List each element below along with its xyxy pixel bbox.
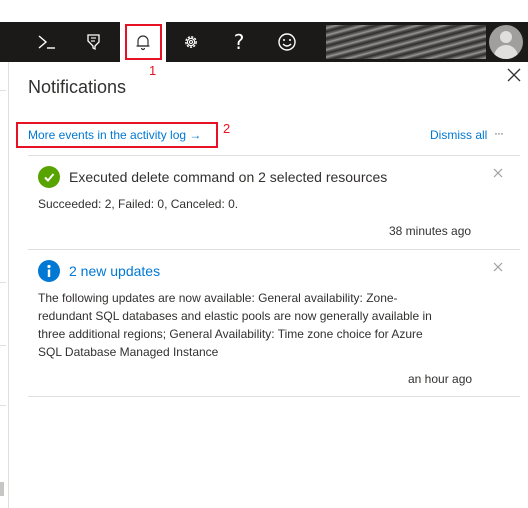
info-icon bbox=[38, 260, 60, 282]
notification-body-line: redundant SQL databases and elastic pool… bbox=[38, 309, 432, 323]
edge-divider bbox=[0, 345, 6, 346]
dismiss-notification-button[interactable] bbox=[492, 167, 504, 179]
directory-filter-button[interactable] bbox=[71, 22, 117, 62]
help-button[interactable]: ? bbox=[216, 22, 262, 62]
smiley-icon bbox=[278, 33, 296, 51]
notification-body: The following updates are now available:… bbox=[38, 289, 432, 361]
notification-title: Executed delete command on 2 selected re… bbox=[69, 169, 388, 185]
panel-title: Notifications bbox=[28, 77, 127, 97]
notification-body-line: three additional regions; General Availa… bbox=[38, 327, 423, 341]
edge-scrollbar bbox=[0, 482, 4, 496]
callout-box-1 bbox=[125, 24, 162, 60]
feedback-button[interactable] bbox=[264, 22, 310, 62]
callout-number-2: 2 bbox=[223, 121, 231, 136]
divider bbox=[28, 155, 520, 156]
notification-time: an hour ago bbox=[408, 372, 473, 386]
more-options-button[interactable]: ··· bbox=[494, 126, 504, 140]
notification-body: Succeeded: 2, Failed: 0, Canceled: 0. bbox=[38, 197, 239, 211]
portal-topbar: ? bbox=[0, 22, 528, 62]
divider bbox=[28, 249, 520, 250]
notification-body-line: The following updates are now available:… bbox=[38, 291, 398, 305]
dismiss-notification-button[interactable] bbox=[492, 261, 504, 273]
account-name-redacted[interactable] bbox=[326, 25, 486, 59]
close-icon bbox=[493, 262, 503, 272]
avatar-body bbox=[494, 45, 518, 59]
directory-filter-icon bbox=[87, 34, 100, 51]
cloud-shell-button[interactable] bbox=[24, 22, 70, 62]
underlying-page-edge bbox=[0, 62, 9, 508]
close-icon bbox=[507, 68, 521, 82]
callout-number-1: 1 bbox=[149, 63, 157, 78]
gear-icon bbox=[185, 36, 197, 48]
callout-box-2 bbox=[16, 122, 218, 148]
edge-divider bbox=[0, 90, 6, 91]
help-icon: ? bbox=[233, 30, 245, 54]
notification-title-link[interactable]: 2 new updates bbox=[69, 263, 160, 279]
cloud-shell-icon bbox=[38, 35, 55, 49]
settings-button[interactable] bbox=[168, 22, 214, 62]
divider bbox=[28, 396, 520, 397]
notification-body-line: SQL Database Managed Instance bbox=[38, 345, 219, 359]
avatar-head bbox=[500, 31, 512, 43]
user-avatar[interactable] bbox=[489, 25, 523, 59]
top-strip bbox=[0, 0, 528, 22]
close-panel-button[interactable] bbox=[505, 66, 523, 84]
dismiss-all-link[interactable]: Dismiss all bbox=[430, 128, 487, 142]
close-icon bbox=[493, 168, 503, 178]
edge-divider bbox=[0, 282, 6, 283]
edge-divider bbox=[0, 405, 6, 406]
notification-time: 38 minutes ago bbox=[389, 224, 472, 238]
success-check-icon bbox=[38, 166, 60, 188]
